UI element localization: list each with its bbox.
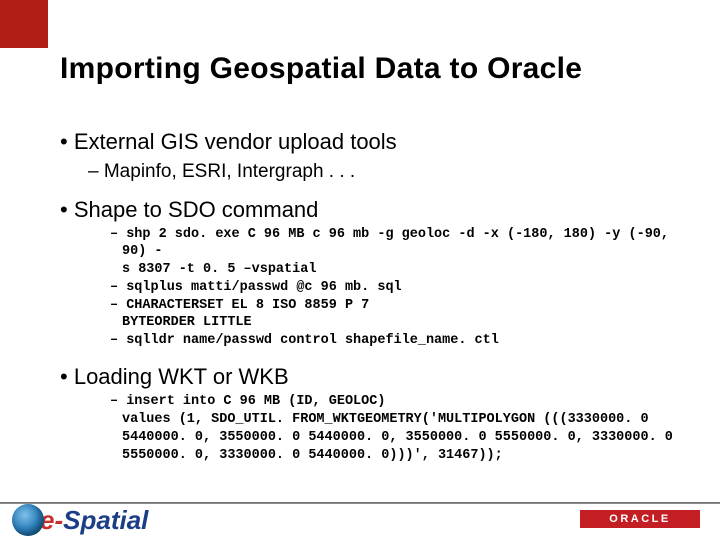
code-line: sqlldr name/passwd control shapefile_nam… — [110, 333, 690, 350]
sub-bullet-vendors: Mapinfo, ESRI, Intergraph . . . — [88, 161, 690, 183]
code-line: insert into C 96 MB (ID, GEOLOC) — [110, 394, 690, 411]
red-corner-square — [0, 0, 48, 48]
code-line: s 8307 -t 0. 5 –vspatial — [110, 262, 690, 279]
code-line: values (1, SDO_UTIL. FROM_WKTGEOMETRY('M… — [110, 412, 690, 429]
code-line: BYTEORDER LITTLE — [110, 315, 690, 332]
code-line: 5550000. 0, 3330000. 0 5440000. 0)))', 3… — [110, 448, 690, 465]
slide-content: External GIS vendor upload tools Mapinfo… — [60, 115, 690, 466]
bullet-shape-sdo: Shape to SDO command — [60, 197, 690, 223]
code-line: sqlplus matti/passwd @c 96 mb. sql — [110, 280, 690, 297]
code-line: CHARACTERSET EL 8 ISO 8859 P 7 — [110, 298, 690, 315]
oracle-logo: ORACLE — [580, 510, 700, 528]
logo-dash: - — [54, 505, 63, 535]
slide-title: Importing Geospatial Data to Oracle — [60, 52, 582, 86]
bullet-wkt-wkb: Loading WKT or WKB — [60, 364, 690, 390]
code-line: shp 2 sdo. exe C 96 MB c 96 mb -g geoloc… — [110, 227, 690, 261]
code-block-wkt: insert into C 96 MB (ID, GEOLOC) values … — [110, 394, 690, 465]
logo-spatial: Spatial — [63, 505, 148, 535]
code-line: 5440000. 0, 3550000. 0 5440000. 0, 35500… — [110, 430, 690, 447]
bullet-external-gis: External GIS vendor upload tools — [60, 129, 690, 155]
espatial-logo: e-Spatial — [12, 504, 148, 536]
oracle-text: ORACLE — [609, 513, 670, 525]
globe-icon — [12, 504, 44, 536]
code-block-shape: shp 2 sdo. exe C 96 MB c 96 mb -g geoloc… — [110, 227, 690, 350]
